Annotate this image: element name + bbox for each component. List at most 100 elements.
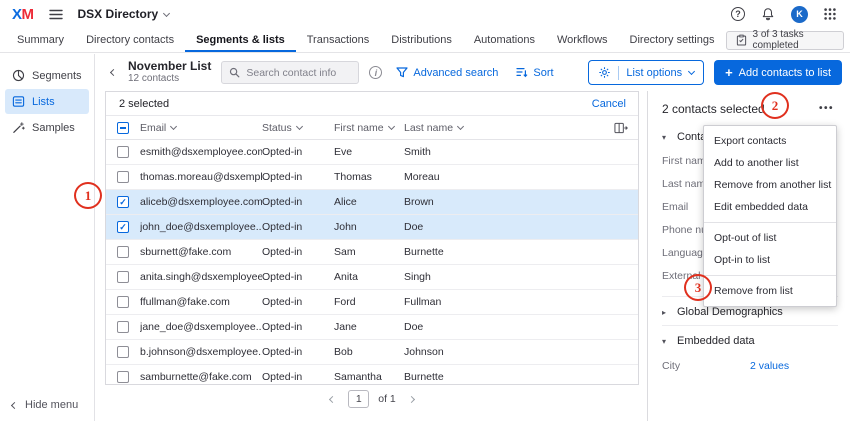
notifications-bell-icon[interactable] [761,7,775,21]
row-checkbox[interactable] [117,321,129,333]
tab-summary[interactable]: Summary [6,28,75,52]
menu-item-edit-embedded-data[interactable]: Edit embedded data [704,196,836,218]
row-checkbox[interactable] [117,171,129,183]
current-page-box[interactable]: 1 [348,390,369,408]
advanced-search-button[interactable]: Advanced search [396,67,498,79]
section-embedded-data[interactable]: Embedded data [662,325,838,354]
row-checkbox[interactable] [117,296,129,308]
row-checkbox[interactable] [117,246,129,258]
directory-title-dropdown[interactable]: DSX Directory [78,7,170,21]
row-checkbox[interactable] [117,196,129,208]
selected-count: 2 selected [119,98,169,110]
table-row[interactable]: sburnett@fake.comOpted-inSamBurnette [106,240,638,265]
tab-segments-lists[interactable]: Segments & lists [185,28,296,52]
add-contacts-button[interactable]: Add contacts to list [714,60,842,85]
cell-status: Opted-in [262,196,334,208]
menu-item-export-contacts[interactable]: Export contacts [704,130,836,152]
cell-first-name: John [334,221,404,233]
manage-columns-icon[interactable] [614,122,628,134]
embedded-field-value-link[interactable]: 2 values [750,360,789,372]
cell-last-name: Burnette [404,246,638,258]
row-checkbox-cell [106,171,140,183]
table-row[interactable]: ffullman@fake.comOpted-inFordFullman [106,290,638,315]
list-options-button[interactable]: List options [588,60,704,85]
sort-button[interactable]: Sort [516,67,553,79]
cell-last-name: Smith [404,146,638,158]
search-input[interactable] [246,67,351,79]
selection-bar: 2 selected Cancel [106,92,638,116]
column-header-status[interactable]: Status [262,122,334,134]
back-button[interactable] [109,68,118,77]
caret-right-icon [662,308,671,317]
row-checkbox[interactable] [117,271,129,283]
list-options-label: List options [626,67,682,79]
samples-wand-icon [12,121,25,134]
search-box[interactable] [221,61,359,84]
table-row[interactable]: samburnette@fake.comOpted-inSamanthaBurn… [106,365,638,385]
help-icon[interactable] [731,7,745,21]
cell-email: samburnette@fake.com [140,371,262,383]
cell-status: Opted-in [262,146,334,158]
hide-menu-button[interactable]: Hide menu [12,399,78,411]
menu-item-add-to-another-list[interactable]: Add to another list [704,152,836,174]
table-row[interactable]: anita.singh@dsxemployee...Opted-inAnitaS… [106,265,638,290]
user-avatar[interactable]: K [791,6,808,23]
cell-first-name: Anita [334,271,404,283]
menu-item-remove-from-another-list[interactable]: Remove from another list [704,174,836,196]
next-page-button[interactable] [405,391,418,407]
table-row[interactable]: esmith@dsxemployee.comOpted-inEveSmith [106,140,638,165]
tab-workflows[interactable]: Workflows [546,28,619,52]
sidebar-item-lists[interactable]: Lists [5,89,89,114]
menu-item-opt-in-to-list[interactable]: Opt-in to list [704,249,836,271]
more-options-icon[interactable] [815,101,838,116]
table-row[interactable]: jane_doe@dsxemployee....Opted-inJaneDoe [106,315,638,340]
tab-transactions[interactable]: Transactions [296,28,381,52]
column-header-last-name[interactable]: Last name [404,122,608,134]
row-checkbox[interactable] [117,221,129,233]
row-checkbox[interactable] [117,371,129,383]
column-header-email[interactable]: Email [140,122,262,134]
sidebar-item-segments[interactable]: Segments [5,63,89,88]
cell-email: john_doe@dsxemployee.... [140,221,262,233]
directory-title: DSX Directory [78,7,159,21]
select-all-checkbox[interactable] [117,122,129,134]
cell-last-name: Fullman [404,296,638,308]
row-checkbox[interactable] [117,346,129,358]
info-icon[interactable] [369,66,382,79]
cell-email: ffullman@fake.com [140,296,262,308]
cell-status: Opted-in [262,371,334,383]
lists-icon [12,95,25,108]
row-checkbox[interactable] [117,146,129,158]
menu-item-remove-from-list[interactable]: Remove from list [704,280,836,302]
sidebar-item-samples[interactable]: Samples [5,115,89,140]
cell-last-name: Brown [404,196,638,208]
tab-directory-settings[interactable]: Directory settings [619,28,726,52]
column-header-first-name[interactable]: First name [334,122,404,134]
menu-item-opt-out-of-list[interactable]: Opt-out of list [704,227,836,249]
contacts-list-section: 2 selected Cancel Email Status First nam… [95,91,647,413]
cell-email: jane_doe@dsxemployee.... [140,321,262,333]
previous-page-button[interactable] [326,391,339,407]
hide-menu-label: Hide menu [25,399,78,411]
sidebar-item-label: Samples [32,122,75,134]
pagination: 1 of 1 [105,385,639,413]
tasks-completed-badge[interactable]: 3 of 3 tasks completed [726,31,845,50]
table-row[interactable]: john_doe@dsxemployee....Opted-inJohnDoe [106,215,638,240]
cell-first-name: Ford [334,296,404,308]
table-body: esmith@dsxemployee.comOpted-inEveSmithth… [106,140,638,385]
tab-automations[interactable]: Automations [463,28,546,52]
hamburger-menu-icon[interactable] [49,9,63,20]
cell-status: Opted-in [262,271,334,283]
table-row[interactable]: b.johnson@dsxemployee....Opted-inBobJohn… [106,340,638,365]
tab-directory-contacts[interactable]: Directory contacts [75,28,185,52]
search-icon [229,67,240,78]
row-checkbox-cell [106,346,140,358]
table-row[interactable]: aliceb@dsxemployee.comOpted-inAliceBrown [106,190,638,215]
tab-distributions[interactable]: Distributions [380,28,463,52]
contacts-table-card: 2 selected Cancel Email Status First nam… [105,91,639,385]
app-grid-icon[interactable] [824,8,836,20]
table-row[interactable]: thomas.moreau@dsxempl...Opted-inThomasMo… [106,165,638,190]
nav-tabs: SummaryDirectory contactsSegments & list… [6,28,726,52]
cell-email: sburnett@fake.com [140,246,262,258]
cancel-selection-link[interactable]: Cancel [592,98,626,110]
